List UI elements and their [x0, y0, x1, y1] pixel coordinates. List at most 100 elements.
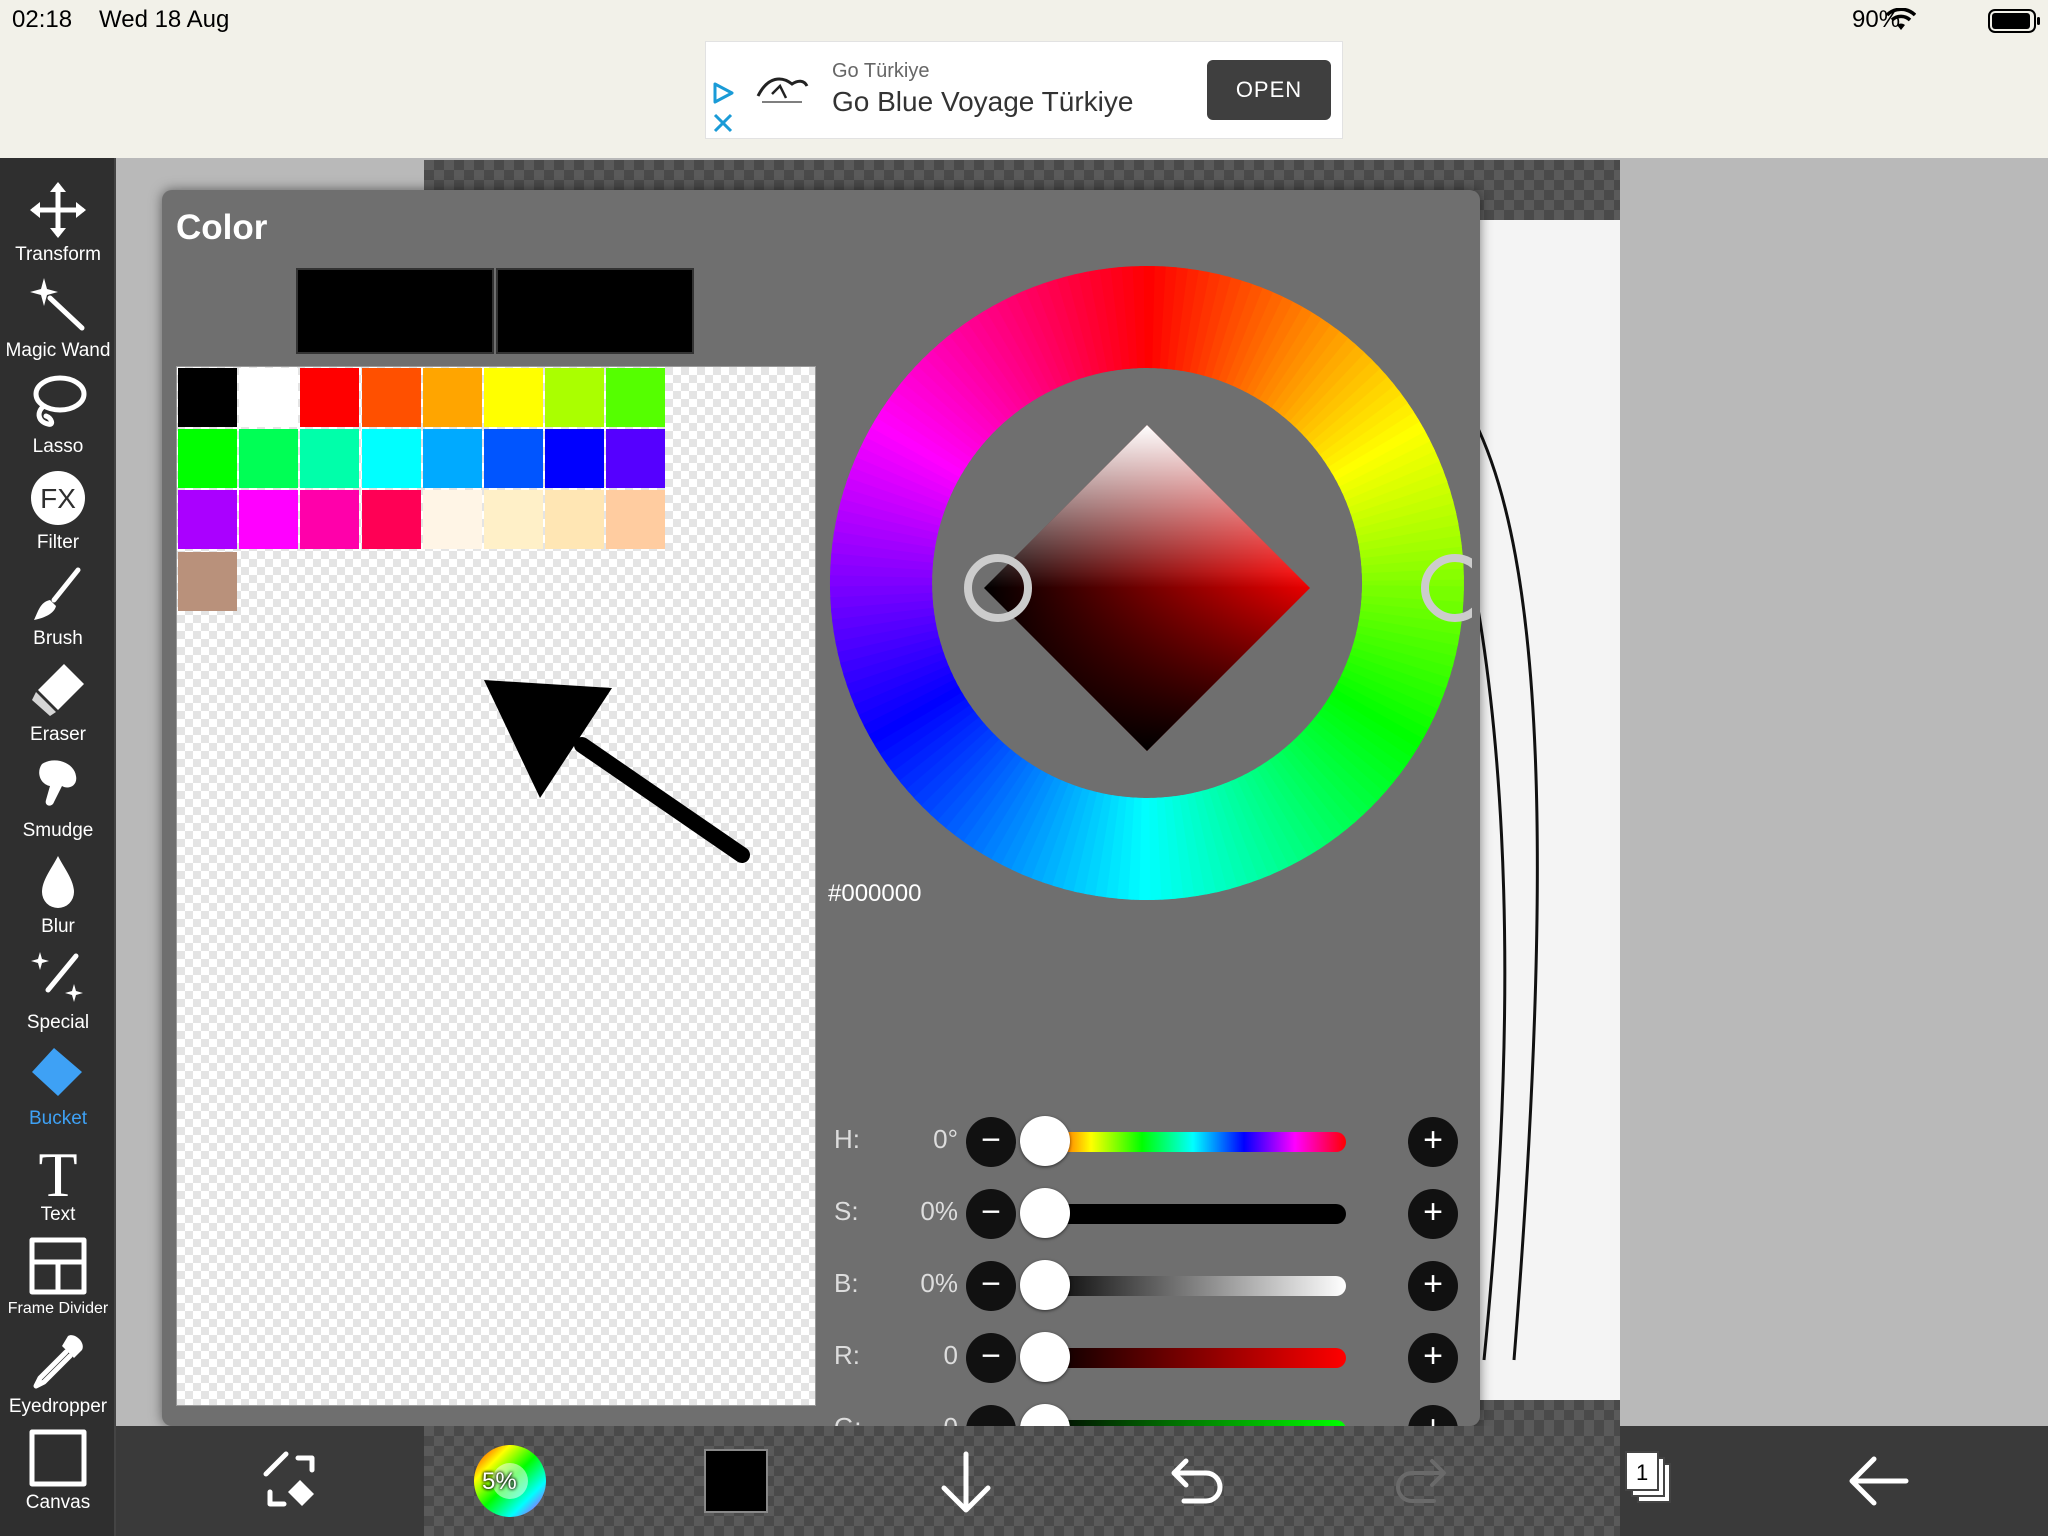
battery-icon [1988, 9, 2040, 33]
tool-label: Eyedropper [8, 1396, 108, 1417]
redo-icon [1396, 1459, 1446, 1503]
slider-knob[interactable] [1020, 1404, 1070, 1426]
palette-swatch[interactable] [239, 368, 299, 427]
color-dialog: Color #000000 H: 0° − + S: 0% − + B: 0% … [162, 190, 1480, 1426]
palette-swatch[interactable] [606, 490, 666, 550]
hex-value[interactable]: #000000 [828, 880, 921, 908]
palette-swatch[interactable] [361, 429, 421, 489]
tool-label: Text [40, 1204, 76, 1225]
current-color-swatch[interactable] [496, 268, 694, 354]
redo-button[interactable] [1392, 1426, 1462, 1536]
palette-swatch[interactable] [239, 490, 299, 550]
layer-down-button[interactable] [936, 1426, 1006, 1536]
decrement-button[interactable]: − [966, 1117, 1016, 1167]
tool-blur[interactable]: Blur [0, 852, 116, 948]
current-color-button[interactable] [704, 1426, 774, 1536]
slider-track[interactable] [1040, 1348, 1346, 1368]
brush-size-button[interactable]: 5% [472, 1426, 552, 1536]
palette-swatch[interactable] [422, 490, 482, 550]
undo-button[interactable] [1166, 1426, 1236, 1536]
decrement-button[interactable]: − [966, 1189, 1016, 1239]
increment-button[interactable]: + [1408, 1405, 1458, 1426]
palette-swatch[interactable] [422, 429, 482, 489]
palette-swatch[interactable] [178, 551, 237, 611]
slider-knob[interactable] [1020, 1260, 1070, 1310]
brush-eraser-toggle[interactable] [256, 1426, 336, 1536]
tool-label: Filter [36, 532, 80, 553]
palette-swatch[interactable] [484, 368, 543, 427]
ad-close-icon[interactable] [710, 110, 736, 136]
layers-button[interactable]: 1 [1620, 1426, 1690, 1536]
status-time: 02:18 [12, 6, 73, 33]
tool-lasso[interactable]: Lasso [0, 372, 116, 468]
tool-bucket[interactable]: Bucket [0, 1044, 116, 1140]
tool-smudge[interactable]: Smudge [0, 756, 116, 852]
slider-value: 0 [872, 1412, 958, 1426]
slider-value: 0% [920, 1196, 958, 1226]
ad-choices-icon[interactable] [710, 80, 736, 106]
annotation-arrow [484, 680, 750, 863]
back-button[interactable] [1846, 1426, 1916, 1536]
tool-transform[interactable]: Transform [0, 180, 116, 276]
tool-label: Bucket [28, 1108, 88, 1129]
decrement-button[interactable]: − [966, 1261, 1016, 1311]
palette-swatch[interactable] [545, 490, 605, 550]
tool-label: Lasso [32, 436, 84, 457]
palette-swatch[interactable] [606, 429, 666, 489]
slider-track[interactable] [1040, 1204, 1346, 1224]
slider-track[interactable] [1040, 1276, 1346, 1296]
slider-track[interactable] [1040, 1132, 1346, 1152]
tool-brush[interactable]: Brush [0, 564, 116, 660]
slider-row-s: S: 0% − + [822, 1184, 1472, 1244]
decrement-button[interactable]: − [966, 1333, 1016, 1383]
increment-button[interactable]: + [1408, 1333, 1458, 1383]
increment-button[interactable]: + [1408, 1189, 1458, 1239]
palette-swatch[interactable] [239, 429, 299, 489]
move-arrows-icon [30, 182, 86, 238]
slider-row-b: B: 0% − + [822, 1256, 1472, 1316]
palette-swatch[interactable] [545, 429, 605, 489]
tool-eyedropper[interactable]: Eyedropper [0, 1332, 116, 1428]
palette-swatch[interactable] [300, 429, 360, 489]
tool-label: Special [26, 1012, 90, 1033]
previous-color-swatch[interactable] [296, 268, 494, 354]
tool-magic-wand[interactable]: Magic Wand [0, 276, 116, 372]
slider-label: H: [834, 1124, 860, 1154]
tool-special[interactable]: Special [0, 948, 116, 1044]
palette-swatch[interactable] [300, 368, 360, 427]
tool-frame-divider[interactable]: Frame Divider [0, 1236, 116, 1332]
slider-row-h: H: 0° − + [822, 1112, 1472, 1172]
palette-swatch[interactable] [178, 368, 237, 427]
fx-filter-icon: FX [31, 471, 85, 525]
slider-row-r: R: 0− + [822, 1328, 1472, 1388]
palette-swatch[interactable] [484, 429, 543, 489]
saturation-brightness-diamond[interactable] [984, 425, 1310, 751]
slider-knob[interactable] [1020, 1188, 1070, 1238]
palette-swatch[interactable] [300, 490, 360, 550]
tool-eraser[interactable]: Eraser [0, 660, 116, 756]
increment-button[interactable]: + [1408, 1117, 1458, 1167]
color-wheel[interactable] [822, 258, 1480, 908]
tool-filter[interactable]: FX Filter [0, 468, 116, 564]
palette-swatch[interactable] [422, 368, 482, 427]
ad-banner[interactable]: Go Türkiye Go Blue Voyage Türkiye OPEN [705, 41, 1343, 139]
palette-swatch[interactable] [361, 490, 421, 550]
palette-swatch[interactable] [484, 490, 543, 550]
palette-swatch[interactable] [545, 368, 605, 427]
ad-open-button[interactable]: OPEN [1207, 60, 1331, 120]
tool-text[interactable]: T Text [0, 1140, 116, 1236]
slider-label: S: [834, 1196, 859, 1226]
palette-swatch[interactable] [606, 368, 666, 427]
palette-swatch[interactable] [178, 429, 237, 489]
decrement-button[interactable]: − [966, 1405, 1016, 1426]
tool-canvas[interactable]: Canvas [0, 1428, 116, 1524]
palette-swatch[interactable] [178, 490, 237, 550]
palette-swatch[interactable] [361, 368, 421, 427]
increment-button[interactable]: + [1408, 1261, 1458, 1311]
ad-logo [756, 77, 809, 103]
slider-knob[interactable] [1020, 1116, 1070, 1166]
battery-percent: 90% [1852, 6, 1901, 33]
ad-title: Go Blue Voyage Türkiye [832, 86, 1134, 117]
slider-knob[interactable] [1020, 1332, 1070, 1382]
text-t-icon: T [38, 1140, 77, 1200]
